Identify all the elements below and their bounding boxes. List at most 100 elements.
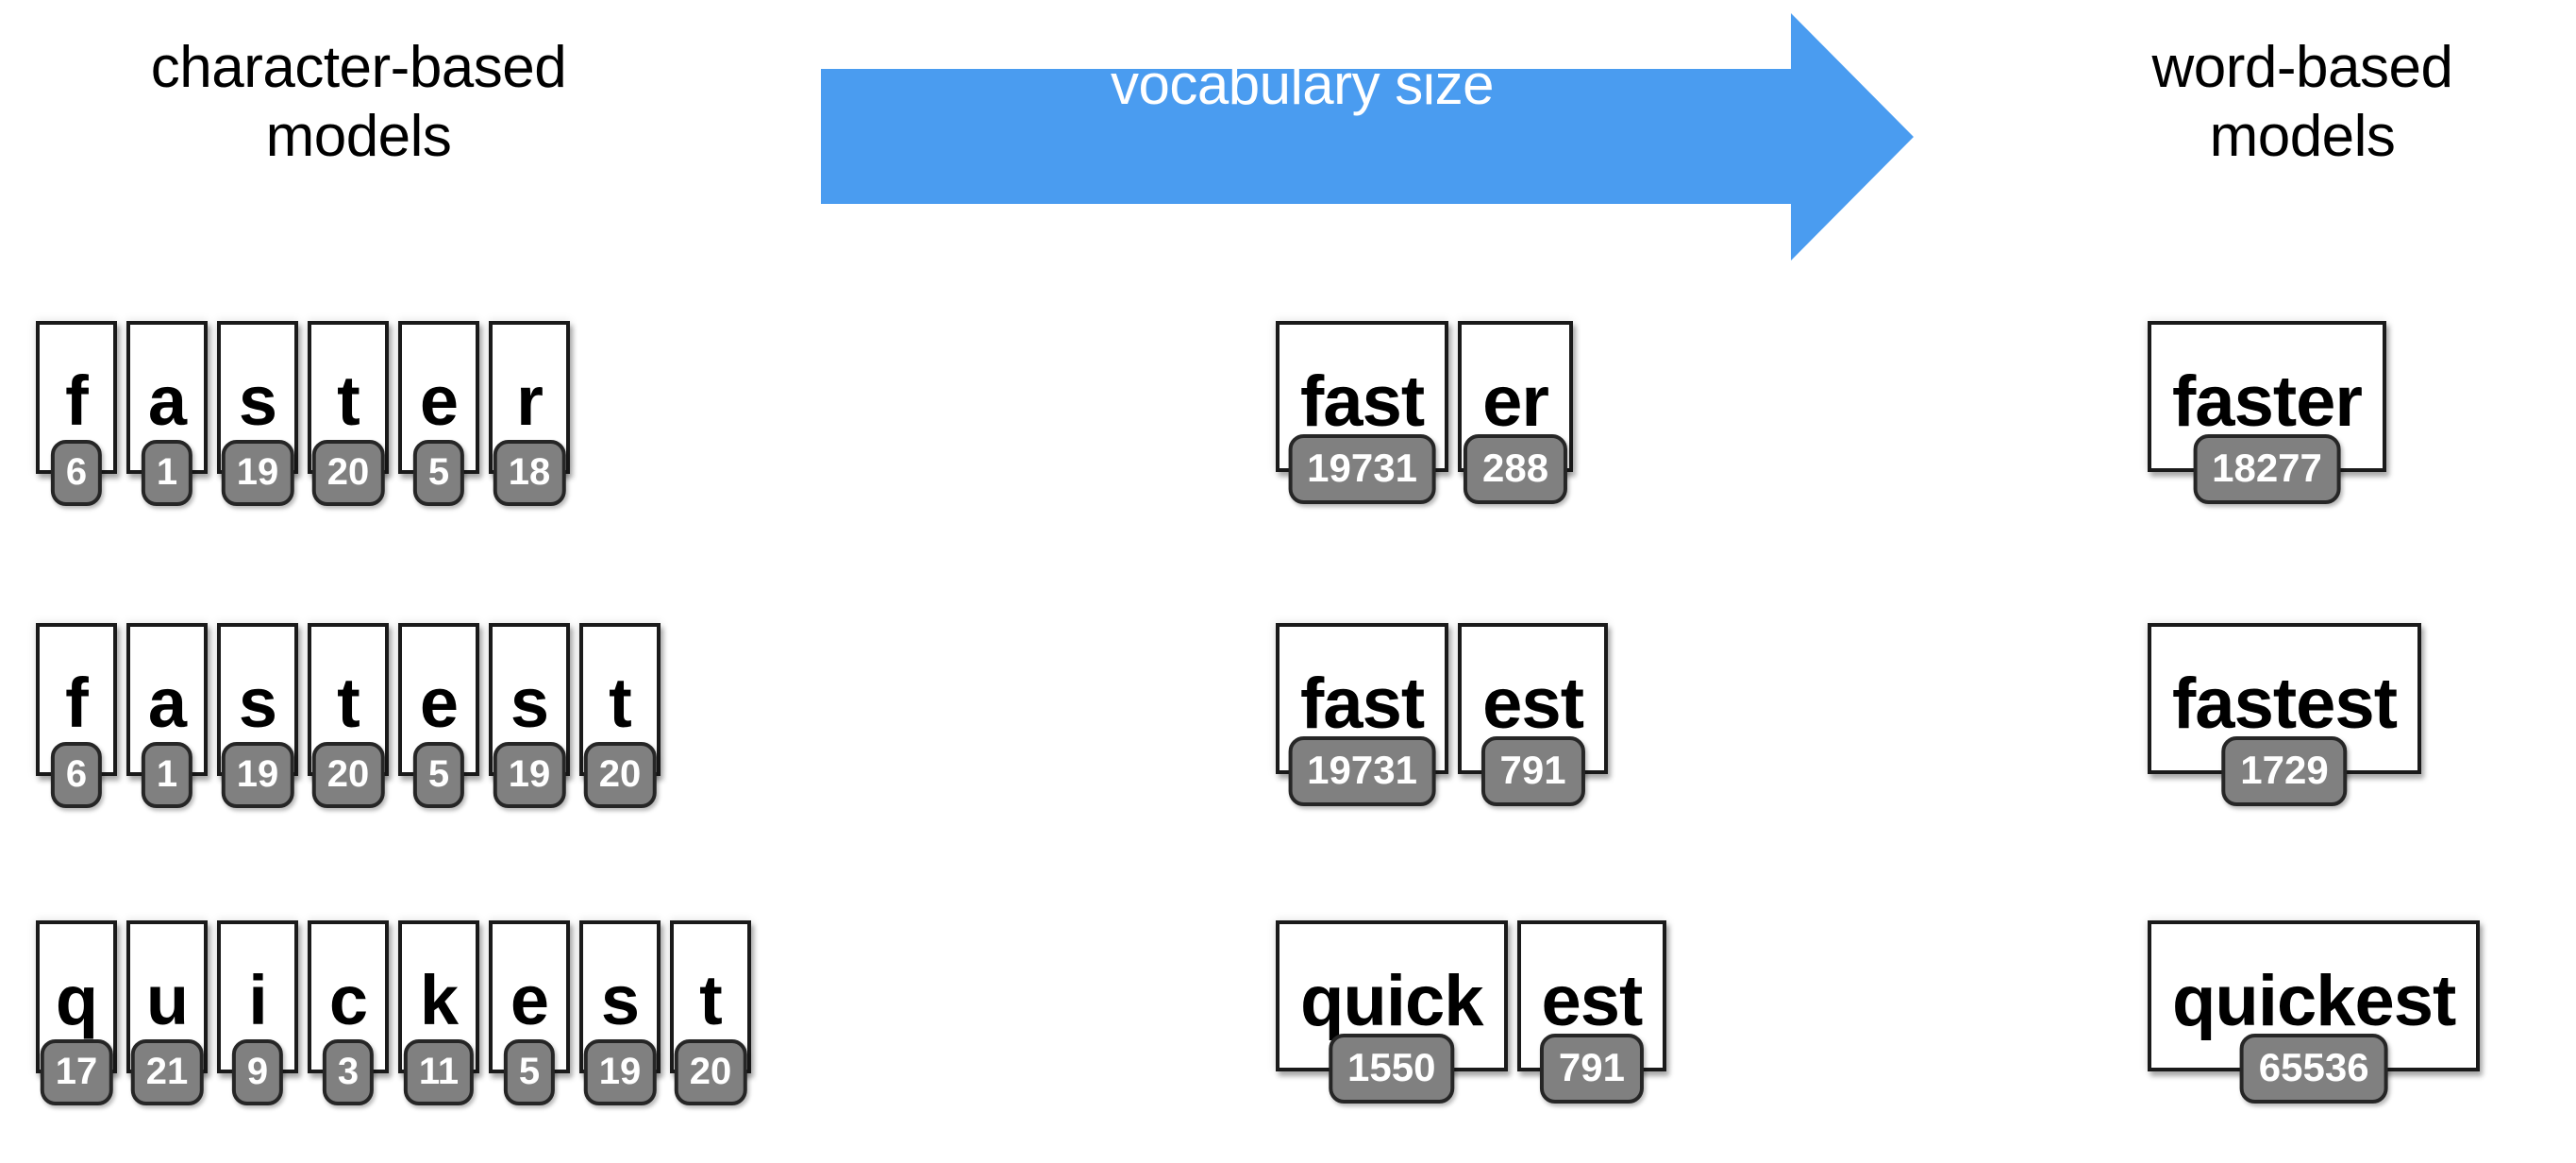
tokenization-row: f 6 a 1 s 19 t 20 e 5 s 19 t 20 fast 19731 est 791 fastest… xyxy=(0,623,2576,859)
character-tile[interactable]: e5 xyxy=(398,321,479,506)
tile-label: a xyxy=(147,362,187,440)
character-tile-group: q 17 u 21 i 9 c 3 k 11 e 5 s 19 t 20 xyxy=(36,920,751,1105)
token-id-badge: 20 xyxy=(583,742,657,808)
character-tile[interactable]: q 17 xyxy=(36,920,117,1105)
tile-label: q xyxy=(55,961,98,1039)
character-tile[interactable]: e5 xyxy=(398,623,479,808)
token-id-badge: 17 xyxy=(40,1039,113,1105)
token-id-badge: 6 xyxy=(50,742,103,808)
token-id-badge: 11 xyxy=(403,1039,475,1105)
character-tile[interactable]: k 11 xyxy=(398,920,479,1105)
tile-label: fastest xyxy=(2172,664,2398,744)
subword-tile-group: quick 1550 est 791 xyxy=(1276,920,1667,1104)
token-id-badge: 288 xyxy=(1464,434,1568,504)
token-id-badge: 19 xyxy=(221,742,294,808)
subword-tile-group: fast 19731 er 288 xyxy=(1276,321,1573,504)
character-tile[interactable]: t 20 xyxy=(670,920,751,1105)
token-tile[interactable]: faster 18277 xyxy=(2148,321,2386,504)
token-id-badge: 5 xyxy=(503,1039,556,1105)
tile-label: t xyxy=(337,664,360,742)
token-id-badge: 65536 xyxy=(2239,1034,2388,1104)
character-tile-group: f 6 a 1 s 19 t 20 e 5 s 19 t 20 xyxy=(36,623,661,808)
tile-label: s xyxy=(238,664,277,742)
character-tile[interactable]: a1 xyxy=(126,321,208,506)
tile-label: s xyxy=(510,664,549,742)
character-tile[interactable]: s 19 xyxy=(217,623,298,808)
token-id-badge: 791 xyxy=(1539,1034,1644,1104)
tile-label: s xyxy=(238,362,277,440)
tile-label: er xyxy=(1482,362,1549,442)
tile-label: quick xyxy=(1300,961,1483,1041)
token-id-badge: 791 xyxy=(1480,736,1585,806)
token-tile[interactable]: er 288 xyxy=(1458,321,1573,504)
diagram-header: character-based models vocabulary size w… xyxy=(0,0,2576,283)
token-id-badge: 18277 xyxy=(2193,434,2341,504)
word-tile-group: quickest 65536 xyxy=(2148,920,2481,1104)
character-tile[interactable]: t 20 xyxy=(308,321,389,506)
tile-label: quickest xyxy=(2172,961,2456,1041)
token-id-badge: 19731 xyxy=(1288,736,1436,806)
character-tile[interactable]: s 19 xyxy=(579,920,661,1105)
vocabulary-size-arrow: vocabulary size xyxy=(811,0,1925,283)
character-tile[interactable]: c3 xyxy=(308,920,389,1105)
tile-label: fast xyxy=(1300,664,1425,744)
character-tile[interactable]: r 18 xyxy=(489,321,570,506)
token-id-badge: 1550 xyxy=(1329,1034,1455,1104)
tile-label: u xyxy=(145,961,189,1039)
character-tile[interactable]: i9 xyxy=(217,920,298,1105)
tile-label: r xyxy=(516,362,544,440)
tile-label: i xyxy=(248,961,268,1039)
token-tile[interactable]: fastest 1729 xyxy=(2148,623,2421,806)
token-id-badge: 1 xyxy=(141,440,193,506)
tile-label: fast xyxy=(1300,362,1425,442)
character-tile-group: f 6 a 1 s 19 t 20 e 5 r 18 xyxy=(36,321,570,506)
character-tile[interactable]: t 20 xyxy=(308,623,389,808)
token-tile[interactable]: quickest 65536 xyxy=(2148,920,2481,1104)
character-tile[interactable]: e5 xyxy=(489,920,570,1105)
token-tile[interactable]: fast 19731 xyxy=(1276,321,1449,504)
heading-character-based-models: character-based models xyxy=(150,35,567,169)
word-tile-group: fastest 1729 xyxy=(2148,623,2421,806)
token-id-badge: 5 xyxy=(412,742,465,808)
token-id-badge: 1 xyxy=(141,742,193,808)
tile-label: s xyxy=(600,961,640,1039)
token-id-badge: 20 xyxy=(674,1039,747,1105)
token-tile[interactable]: fast 19731 xyxy=(1276,623,1449,806)
arrow-label: vocabulary size xyxy=(1110,53,1495,116)
character-tile[interactable]: t 20 xyxy=(579,623,661,808)
tokenization-row: f 6 a 1 s 19 t 20 e 5 r 18 fast 19731 er 288 faster 18277 xyxy=(0,321,2576,557)
character-tile[interactable]: a1 xyxy=(126,623,208,808)
token-id-badge: 18 xyxy=(493,440,566,506)
tile-label: c xyxy=(328,961,368,1039)
right-arrow-icon xyxy=(821,13,1914,261)
token-tile[interactable]: est 791 xyxy=(1516,920,1667,1104)
token-tile[interactable]: quick 1550 xyxy=(1276,920,1508,1104)
tile-label: t xyxy=(337,362,360,440)
character-tile[interactable]: f6 xyxy=(36,623,117,808)
tile-label: e xyxy=(419,664,459,742)
tile-label: e xyxy=(510,961,549,1039)
token-id-badge: 19 xyxy=(493,742,566,808)
token-tile[interactable]: est 791 xyxy=(1458,623,1608,806)
token-id-badge: 20 xyxy=(311,440,385,506)
tile-label: t xyxy=(609,664,632,742)
tile-label: f xyxy=(65,362,89,440)
token-id-badge: 1729 xyxy=(2221,736,2348,806)
token-id-badge: 3 xyxy=(322,1039,375,1105)
tile-label: est xyxy=(1482,664,1584,744)
subword-tile-group: fast 19731 est 791 xyxy=(1276,623,1608,806)
token-id-badge: 19731 xyxy=(1288,434,1436,504)
character-tile[interactable]: u 21 xyxy=(126,920,208,1105)
tile-label: faster xyxy=(2172,362,2363,442)
tile-label: f xyxy=(65,664,89,742)
heading-word-based-models: word-based models xyxy=(2151,35,2453,169)
token-id-badge: 19 xyxy=(583,1039,657,1105)
character-tile[interactable]: s 19 xyxy=(217,321,298,506)
tokenization-row: q 17 u 21 i 9 c 3 k 11 e 5 s 19 t 20 quick 1550 est 791 quic… xyxy=(0,920,2576,1156)
character-tile[interactable]: f6 xyxy=(36,321,117,506)
tile-label: a xyxy=(147,664,187,742)
token-id-badge: 20 xyxy=(311,742,385,808)
token-id-badge: 21 xyxy=(130,1039,204,1105)
character-tile[interactable]: s 19 xyxy=(489,623,570,808)
tile-label: e xyxy=(419,362,459,440)
